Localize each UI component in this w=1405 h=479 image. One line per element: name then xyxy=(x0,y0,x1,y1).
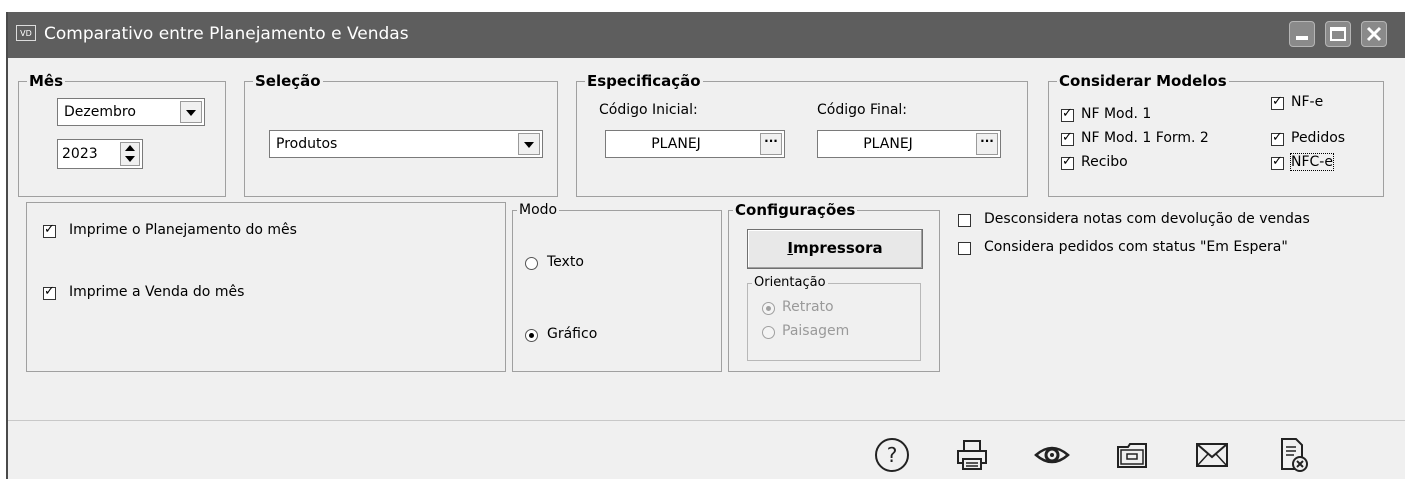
modo-label: Modo xyxy=(517,201,560,219)
nf-mod1-label[interactable]: NF Mod. 1 xyxy=(1081,106,1151,122)
nf-mod1-checkbox[interactable] xyxy=(1061,106,1074,122)
minimize-button[interactable] xyxy=(1289,21,1315,47)
especificacao-label: Especificação xyxy=(585,72,703,90)
codigo-final-value: PLANEJ xyxy=(863,136,913,152)
codigo-inicial-field[interactable]: PLANEJ ··· xyxy=(605,130,785,158)
considerar-modelos-label: Considerar Modelos xyxy=(1057,72,1229,90)
orientacao-group: Orientação Retrato Paisagem xyxy=(747,274,921,361)
recibo-checkbox[interactable] xyxy=(1061,154,1074,170)
email-icon xyxy=(1196,443,1228,467)
export-button[interactable] xyxy=(1112,435,1152,475)
modo-group: Modo Texto Gráfico xyxy=(512,201,722,372)
paisagem-radio[interactable] xyxy=(762,326,775,339)
month-value: Dezembro xyxy=(64,104,136,120)
impressora-button-label: Impressora xyxy=(787,239,883,257)
title-bar: VD Comparativo entre Planejamento e Vend… xyxy=(8,12,1405,58)
nfce-label[interactable]: NFC-e xyxy=(1290,153,1334,171)
close-button[interactable] xyxy=(1361,21,1387,47)
app-icon: VD xyxy=(16,25,36,41)
recibo-label[interactable]: Recibo xyxy=(1081,154,1128,170)
desconsidera-checkbox[interactable] xyxy=(958,214,971,227)
nf-mod1-form2-checkbox[interactable] xyxy=(1061,130,1074,146)
codigo-inicial-label: Código Inicial: xyxy=(599,102,698,118)
selecao-value: Produtos xyxy=(276,136,338,152)
nf-mod1-form2-label[interactable]: NF Mod. 1 Form. 2 xyxy=(1081,130,1209,146)
footer-divider xyxy=(8,420,1405,421)
mes-group: Mês Dezembro 2023 xyxy=(18,72,226,197)
imprime-planejamento-checkbox[interactable] xyxy=(43,222,56,238)
configuracoes-group: Configurações Impressora Orientação Retr… xyxy=(728,201,940,372)
texto-label[interactable]: Texto xyxy=(547,254,584,270)
printer-icon xyxy=(957,440,987,470)
help-icon: ? xyxy=(875,438,909,472)
configuracoes-label: Configurações xyxy=(733,201,858,219)
window-title: Comparativo entre Planejamento e Vendas xyxy=(44,24,409,44)
pedidos-checkbox[interactable] xyxy=(1271,130,1284,146)
chevron-down-icon[interactable] xyxy=(518,133,540,155)
preview-eye-icon xyxy=(1034,446,1070,464)
ellipsis-button[interactable]: ··· xyxy=(976,133,998,155)
retrato-radio[interactable] xyxy=(762,302,775,315)
ellipsis-button[interactable]: ··· xyxy=(760,133,782,155)
close-report-button[interactable] xyxy=(1272,435,1312,475)
grafico-label[interactable]: Gráfico xyxy=(547,326,597,342)
spin-up-icon[interactable] xyxy=(125,145,135,151)
selecao-group: Seleção Produtos xyxy=(244,72,558,197)
preview-button[interactable] xyxy=(1032,435,1072,475)
paisagem-label[interactable]: Paisagem xyxy=(782,323,849,339)
year-value: 2023 xyxy=(62,146,98,162)
help-button[interactable]: ? xyxy=(872,435,912,475)
considera-pedidos-checkbox[interactable] xyxy=(958,242,971,255)
desconsidera-label[interactable]: Desconsidera notas com devolução de vend… xyxy=(984,211,1310,227)
selecao-label: Seleção xyxy=(253,72,323,90)
impressora-button[interactable]: Impressora xyxy=(747,229,923,269)
maximize-button[interactable] xyxy=(1325,21,1351,47)
selecao-select[interactable]: Produtos xyxy=(269,130,543,158)
texto-radio[interactable] xyxy=(525,257,538,270)
minimize-icon xyxy=(1296,36,1308,40)
imprime-venda-label[interactable]: Imprime a Venda do mês xyxy=(69,284,244,300)
orientacao-label: Orientação xyxy=(752,274,828,292)
maximize-icon xyxy=(1330,27,1346,41)
imprime-planejamento-label[interactable]: Imprime o Planejamento do mês xyxy=(69,222,297,238)
email-button[interactable] xyxy=(1192,435,1232,475)
grafico-radio[interactable] xyxy=(525,329,538,342)
mes-label: Mês xyxy=(27,72,66,90)
codigo-final-field[interactable]: PLANEJ ··· xyxy=(817,130,1001,158)
codigo-inicial-value: PLANEJ xyxy=(651,136,701,152)
year-spinner[interactable]: 2023 xyxy=(57,139,143,169)
spin-down-icon[interactable] xyxy=(125,156,135,162)
retrato-label[interactable]: Retrato xyxy=(782,299,834,315)
nfce-checkbox[interactable] xyxy=(1271,154,1284,170)
month-select[interactable]: Dezembro xyxy=(57,98,205,126)
nfe-checkbox[interactable] xyxy=(1271,94,1284,110)
imprime-venda-checkbox[interactable] xyxy=(43,284,56,300)
chevron-down-icon[interactable] xyxy=(180,101,202,123)
close-icon xyxy=(1366,26,1382,42)
pedidos-label[interactable]: Pedidos xyxy=(1291,130,1345,146)
considera-pedidos-label[interactable]: Considera pedidos com status "Em Espera" xyxy=(984,239,1288,255)
codigo-final-label: Código Final: xyxy=(817,102,908,118)
report-window: VD Comparativo entre Planejamento e Vend… xyxy=(6,12,1405,479)
print-button[interactable] xyxy=(952,435,992,475)
svg-text:?: ? xyxy=(887,443,898,467)
nfe-label[interactable]: NF-e xyxy=(1291,94,1323,110)
close-report-icon xyxy=(1281,438,1308,472)
spin-arrows[interactable] xyxy=(120,142,140,166)
especificacao-group: Especificação Código Inicial: PLANEJ ···… xyxy=(576,72,1028,197)
imprime-panel: Imprime o Planejamento do mês Imprime a … xyxy=(26,202,506,372)
considerar-modelos-group: Considerar Modelos NF Mod. 1 NF Mod. 1 F… xyxy=(1048,72,1384,197)
folder-icon xyxy=(1117,443,1147,468)
